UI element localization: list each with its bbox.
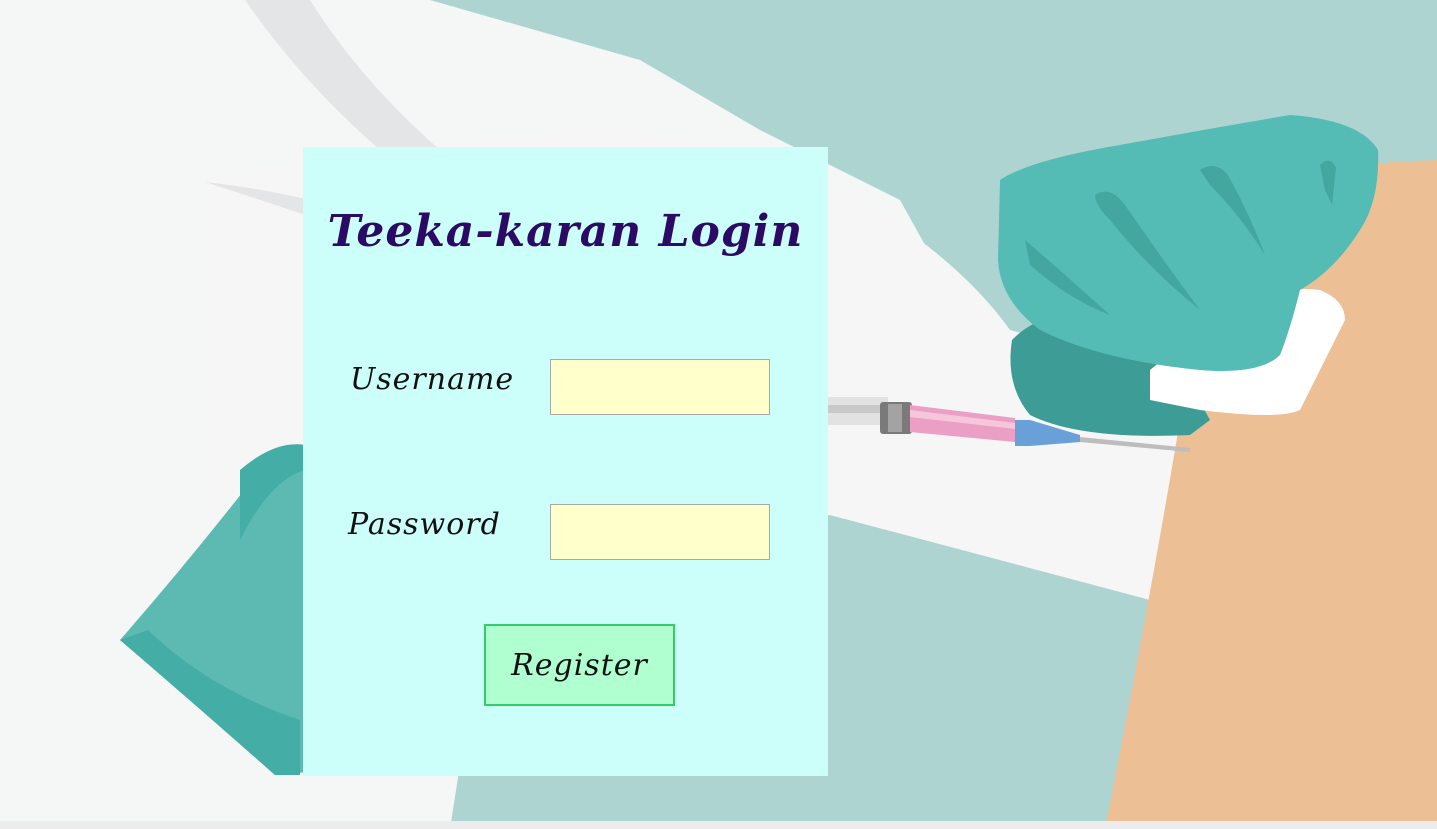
register-button[interactable]: Register: [484, 624, 675, 706]
username-input[interactable]: [550, 359, 770, 415]
bottom-strip: [0, 821, 1437, 829]
password-input[interactable]: [550, 504, 770, 560]
login-card: Teeka-karan Login Username Password Regi…: [303, 147, 828, 776]
password-label: Password: [348, 507, 501, 542]
page-root: Teeka-karan Login Username Password Regi…: [0, 0, 1437, 829]
username-label: Username: [350, 362, 515, 397]
login-title: Teeka-karan Login: [327, 206, 804, 257]
